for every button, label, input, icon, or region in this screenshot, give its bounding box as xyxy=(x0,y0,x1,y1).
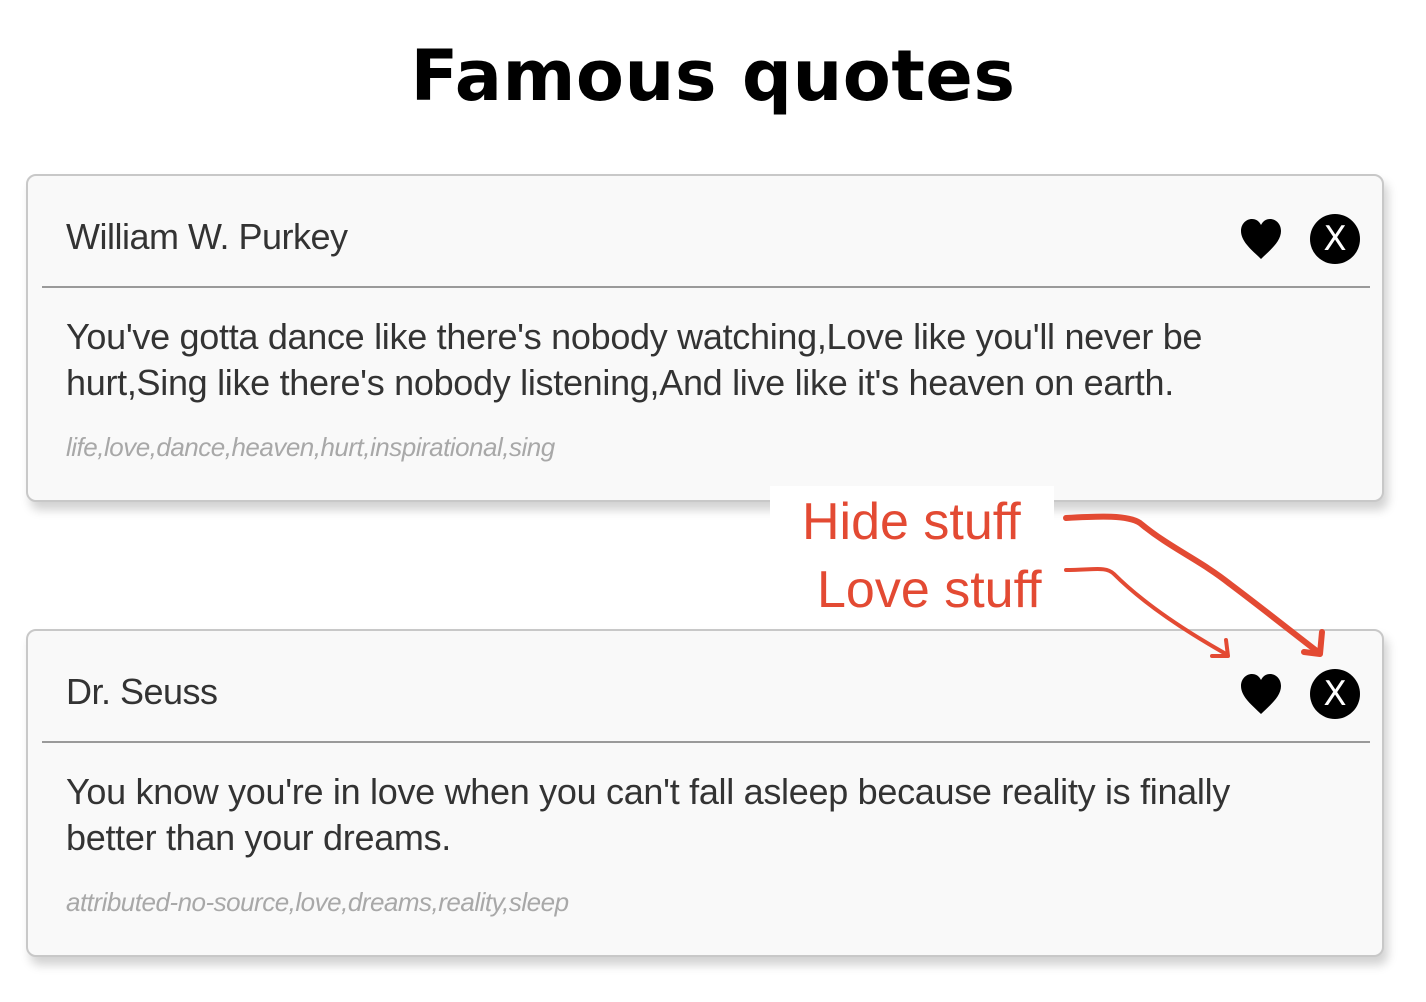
quote-card: William W. Purkey X You've gotta dance l… xyxy=(26,174,1384,502)
quote-text: You've gotta dance like there's nobody w… xyxy=(66,316,1203,403)
close-icon: X xyxy=(1310,669,1360,719)
annotation-hide-label: Hide stuff xyxy=(802,493,1021,551)
quote-tags: life,love,dance,heaven,hurt,inspirationa… xyxy=(66,432,555,462)
heart-icon xyxy=(1241,674,1281,714)
annotation-love-label: Love stuff xyxy=(817,561,1042,619)
hide-button[interactable]: X xyxy=(1310,214,1360,264)
quote-tags: attributed-no-source,love,dreams,reality… xyxy=(66,887,569,917)
love-button[interactable] xyxy=(1236,214,1286,264)
close-icon: X xyxy=(1310,214,1360,264)
page-title: Famous quotes xyxy=(410,35,1016,117)
hide-button[interactable]: X xyxy=(1310,669,1360,719)
quote-author: Dr. Seuss xyxy=(66,671,218,712)
quote-card-header: William W. Purkey X xyxy=(42,176,1370,288)
quote-card: Dr. Seuss X You know you're in love when… xyxy=(26,629,1384,957)
quote-text: You know you're in love when you can't f… xyxy=(66,771,1231,858)
love-button[interactable] xyxy=(1236,669,1286,719)
heart-icon xyxy=(1241,219,1281,259)
quote-author: William W. Purkey xyxy=(66,216,348,257)
quote-card-header: Dr. Seuss X xyxy=(42,631,1370,743)
